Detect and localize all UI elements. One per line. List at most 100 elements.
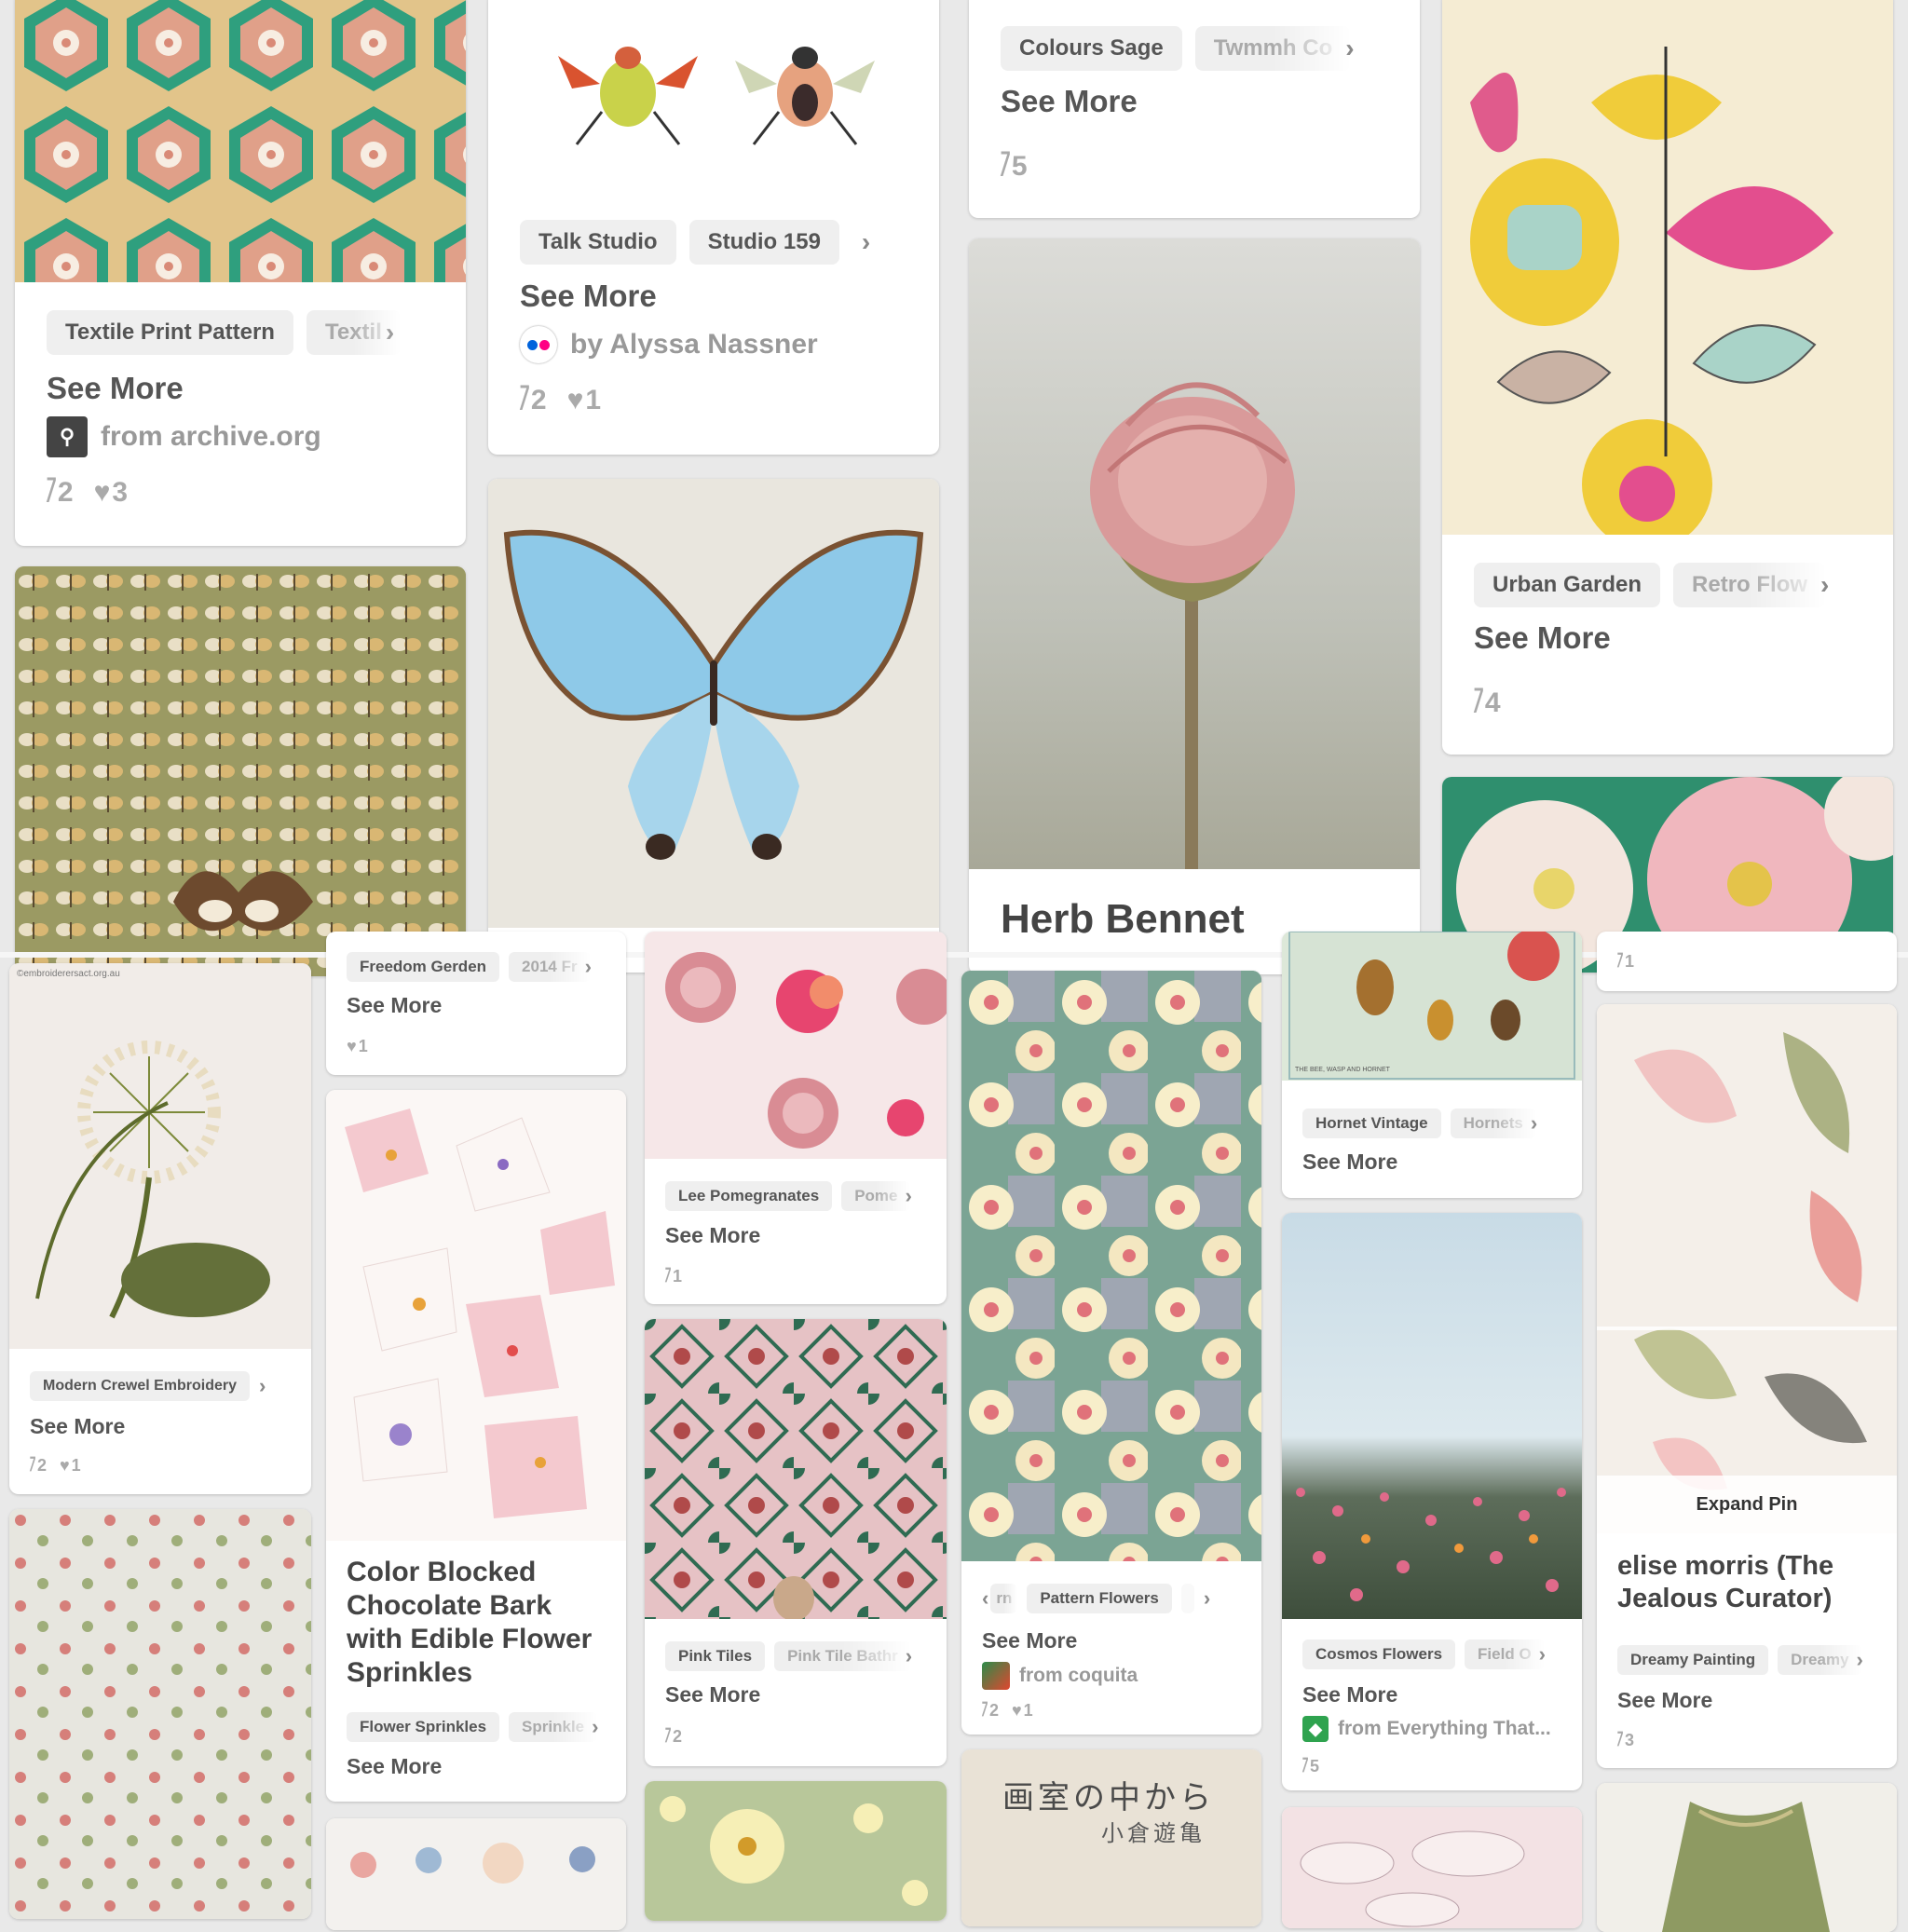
tag-chip[interactable] — [1180, 1584, 1194, 1613]
tag-chip[interactable]: Studio 159 — [688, 220, 839, 265]
pin-card-dress[interactable] — [1597, 1783, 1897, 1932]
pin-card-beetles[interactable]: Talk Studio Studio 159 › See More by Aly… — [488, 0, 939, 455]
chevron-right-icon[interactable]: › — [862, 227, 870, 257]
pin-icon: ⧶ — [1474, 687, 1483, 718]
pin-image-flower-petals[interactable] — [326, 1818, 626, 1930]
tag-chip[interactable]: Retro Flow — [1673, 563, 1827, 607]
tag-chip[interactable]: Pome — [841, 1181, 911, 1211]
see-more-link[interactable]: See More — [1474, 620, 1611, 656]
pin-card-partial[interactable]: ⧶ 1 — [1597, 932, 1897, 991]
tag-chip[interactable]: rn — [990, 1584, 1018, 1613]
tag-chip[interactable]: Hornet Vintage — [1302, 1109, 1441, 1138]
pin-image-pink-tiles[interactable] — [645, 1319, 947, 1621]
pin-image-urban-garden[interactable] — [1442, 0, 1893, 550]
pin-image-textile[interactable] — [15, 0, 466, 282]
tag-chip[interactable]: Dreamy — [1778, 1645, 1862, 1675]
tag-chip[interactable]: Twmmh Co — [1194, 26, 1352, 71]
tag-chip[interactable]: 2014 Fr — [509, 952, 591, 982]
tag-chip[interactable]: Hornets — [1450, 1109, 1536, 1138]
source-link[interactable]: ◆ from Everything That... — [1302, 1716, 1551, 1742]
tag-chip[interactable]: Pattern Flowers — [1027, 1584, 1172, 1613]
tag-chip[interactable]: Textil — [306, 310, 401, 355]
pin-image-japanese-print[interactable]: 画室の中から 小倉遊亀 — [961, 1749, 1261, 1926]
pin-card-pink-tiles[interactable]: Pink Tiles Pink Tile Bathr › See More ⧶2 — [645, 1319, 947, 1766]
pin-image-dress[interactable] — [1597, 1783, 1897, 1932]
expand-pin-button[interactable]: Expand Pin — [1597, 1476, 1897, 1533]
pin-stats: ♥ 1 — [347, 1037, 368, 1056]
pin-image-beetles[interactable] — [488, 0, 939, 207]
pin-card-freedom-gerden[interactable]: Freedom Gerden 2014 Fr › See More ♥1 — [326, 932, 626, 1075]
pin-image-dishes[interactable] — [1282, 1807, 1582, 1928]
pin-image-herb-bennet[interactable] — [969, 238, 1420, 869]
chevron-left-icon[interactable]: ‹ — [982, 1586, 988, 1611]
tag-chip[interactable]: Pink Tiles — [665, 1641, 766, 1671]
pin-stats: ⧶ 2 — [665, 1727, 682, 1747]
pin-card-elise-morris[interactable]: Expand Pin elise morris (The Jealous Cur… — [1597, 1004, 1897, 1768]
see-more-link[interactable]: See More — [347, 993, 442, 1018]
pin-card-pattern-flowers[interactable]: ‹ rn Pattern Flowers › See More from coq… — [961, 971, 1261, 1735]
pin-image-dreamy-painting[interactable]: Expand Pin — [1597, 1004, 1897, 1533]
heart-icon: ♥ — [1011, 1701, 1022, 1720]
tag-chip[interactable]: Freedom Gerden — [347, 952, 500, 982]
pin-card-embroidery[interactable]: ©embroiderersact.org.au Modern Crewel Em… — [9, 963, 311, 1494]
chevron-right-icon[interactable]: › — [259, 1374, 266, 1398]
pin-card-urban-garden[interactable]: Urban Garden Retro Flow › See More ⧶4 — [1442, 0, 1893, 755]
pin-stats: ⧶ 1 — [665, 1267, 682, 1286]
pin-card-dishes[interactable] — [1282, 1807, 1582, 1928]
see-more-link[interactable]: See More — [30, 1414, 125, 1439]
pin-card-herb-bennet[interactable]: Herb Bennet — [969, 238, 1420, 974]
tag-chip[interactable]: Modern Crewel Embroidery — [30, 1371, 251, 1401]
source-link[interactable]: ⚲ from archive.org — [47, 416, 321, 457]
see-more-link[interactable]: See More — [1617, 1688, 1712, 1713]
pin-card-hornet-vintage[interactable]: THE BEE, WASP AND HORNET Hornet Vintage … — [1282, 932, 1582, 1198]
tag-chip[interactable]: Cosmos Flowers — [1302, 1639, 1456, 1669]
tag-chip[interactable]: Colours Sage — [1001, 26, 1182, 71]
pin-image-chocolate-bark[interactable] — [326, 1090, 626, 1541]
pin-image-pattern-flowers[interactable] — [961, 971, 1261, 1561]
see-more-link[interactable]: See More — [1001, 84, 1138, 119]
pin-card-yellow-flowers[interactable] — [645, 1781, 947, 1921]
pin-card-pomegranates[interactable]: Lee Pomegranates Pome › See More ⧶1 — [645, 932, 947, 1304]
see-more-link[interactable]: See More — [1302, 1682, 1397, 1708]
pin-image-yellow-flowers[interactable] — [645, 1781, 947, 1921]
pin-card-chocolate-bark[interactable]: Color Blocked Chocolate Bark with Edible… — [326, 1090, 626, 1802]
pin-card-textile[interactable]: Textile Print Pattern Textil › See More … — [15, 0, 466, 546]
tag-chip[interactable]: Sprinkle — [509, 1712, 598, 1742]
source-link[interactable]: from coquita — [982, 1662, 1138, 1690]
pin-image-knots[interactable] — [9, 1509, 311, 1919]
see-more-link[interactable]: See More — [665, 1682, 760, 1708]
pin-card-flower-petals[interactable] — [326, 1818, 626, 1930]
pin-image-pomegranates[interactable] — [645, 932, 947, 1159]
pin-image-embroidery[interactable]: ©embroiderersact.org.au — [9, 963, 311, 1349]
print-text: 小倉遊亀 — [1101, 1820, 1206, 1846]
pin-card-cosmos[interactable]: Cosmos Flowers Field O › See More ◆ from… — [1282, 1213, 1582, 1790]
pin-card-japanese-print[interactable]: 画室の中から 小倉遊亀 — [961, 1749, 1261, 1926]
see-more-link[interactable]: See More — [520, 279, 657, 314]
pin-icon: ⧶ — [30, 1456, 35, 1475]
see-more-link[interactable]: See More — [1302, 1150, 1397, 1175]
tag-chip[interactable]: Talk Studio — [520, 220, 676, 265]
pin-card-colours-sage[interactable]: Colours Sage Twmmh Co › See More ⧶5 — [969, 0, 1420, 218]
tag-chip[interactable]: Dreamy Painting — [1617, 1645, 1769, 1675]
chevron-right-icon[interactable]: › — [1204, 1586, 1210, 1611]
pin-card-knots[interactable] — [9, 1509, 311, 1919]
tag-chip[interactable]: Pink Tile Bathr — [774, 1641, 911, 1671]
tag-label: Urban Garden — [1492, 572, 1642, 597]
pin-image-cosmos[interactable] — [1282, 1213, 1582, 1619]
see-more-link[interactable]: See More — [347, 1754, 442, 1779]
tag-chip[interactable]: Urban Garden — [1474, 563, 1661, 607]
pin-stats: ⧶ 2 ♥ 3 — [47, 477, 128, 509]
tag-chip[interactable]: Field O — [1465, 1639, 1545, 1669]
pin-card-blue-butterfly[interactable] — [488, 479, 939, 973]
pin-image-hornets[interactable]: THE BEE, WASP AND HORNET — [1282, 932, 1582, 1081]
tag-chip[interactable]: Flower Sprinkles — [347, 1712, 500, 1742]
see-more-link[interactable]: See More — [982, 1628, 1077, 1653]
pin-card-moths[interactable] — [15, 566, 466, 976]
tag-chip[interactable]: Textile Print Pattern — [47, 310, 293, 355]
see-more-link[interactable]: See More — [47, 371, 184, 406]
tag-chip[interactable]: Lee Pomegranates — [665, 1181, 833, 1211]
pin-image-blue-butterfly[interactable] — [488, 479, 939, 928]
author-link[interactable]: by Alyssa Nassner — [520, 326, 818, 363]
see-more-link[interactable]: See More — [665, 1223, 760, 1248]
pin-image-moths[interactable] — [15, 566, 466, 976]
